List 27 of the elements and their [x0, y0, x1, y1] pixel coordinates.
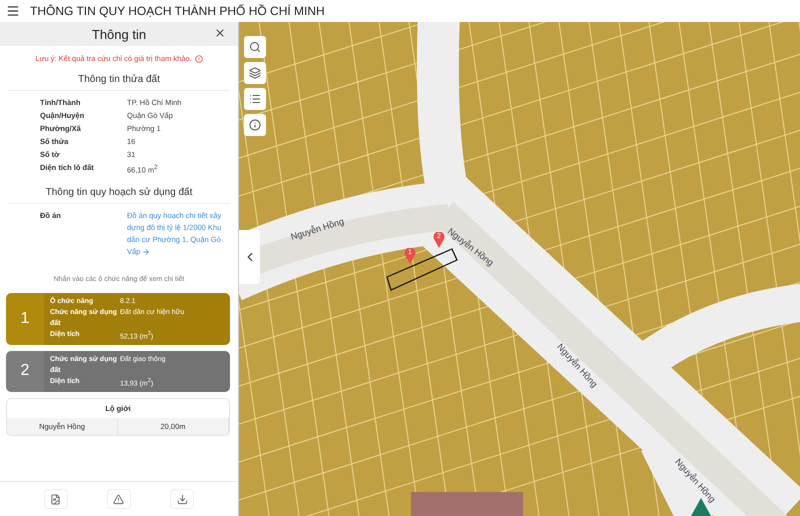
map-pin[interactable] [433, 232, 445, 248]
zone-number: 2 [20, 361, 30, 382]
image-export-button[interactable] [44, 489, 68, 509]
zone-number: 1 [20, 308, 30, 329]
report-button[interactable] [106, 489, 131, 509]
search-button[interactable] [244, 36, 266, 58]
search-icon [249, 41, 261, 53]
image-file-icon [50, 494, 62, 504]
section-heading: Thông tin thửa đất [8, 69, 230, 91]
panel-title: Thông tin [92, 26, 146, 42]
layers-icon [249, 67, 261, 79]
info-button[interactable] [244, 114, 266, 136]
app-title: THÔNG TIN QUY HOẠCH THÀNH PHỐ HỒ CHÍ MINH [30, 4, 325, 18]
legend-button[interactable] [244, 88, 266, 110]
section-heading: Thông tin quy hoạch sử dụng đất [8, 182, 230, 204]
layers-button[interactable] [244, 62, 266, 84]
road-label: Nguyễn Hồng [290, 216, 346, 242]
download-icon [176, 494, 188, 504]
warning-icon [113, 494, 124, 504]
download-button[interactable] [170, 489, 194, 509]
close-button[interactable] [214, 27, 226, 39]
arrow-right-icon [142, 248, 150, 256]
menu-icon[interactable] [6, 4, 20, 18]
info-icon [249, 119, 261, 131]
map-pin[interactable] [404, 248, 416, 264]
alert-icon [194, 54, 203, 62]
close-icon [214, 27, 226, 39]
